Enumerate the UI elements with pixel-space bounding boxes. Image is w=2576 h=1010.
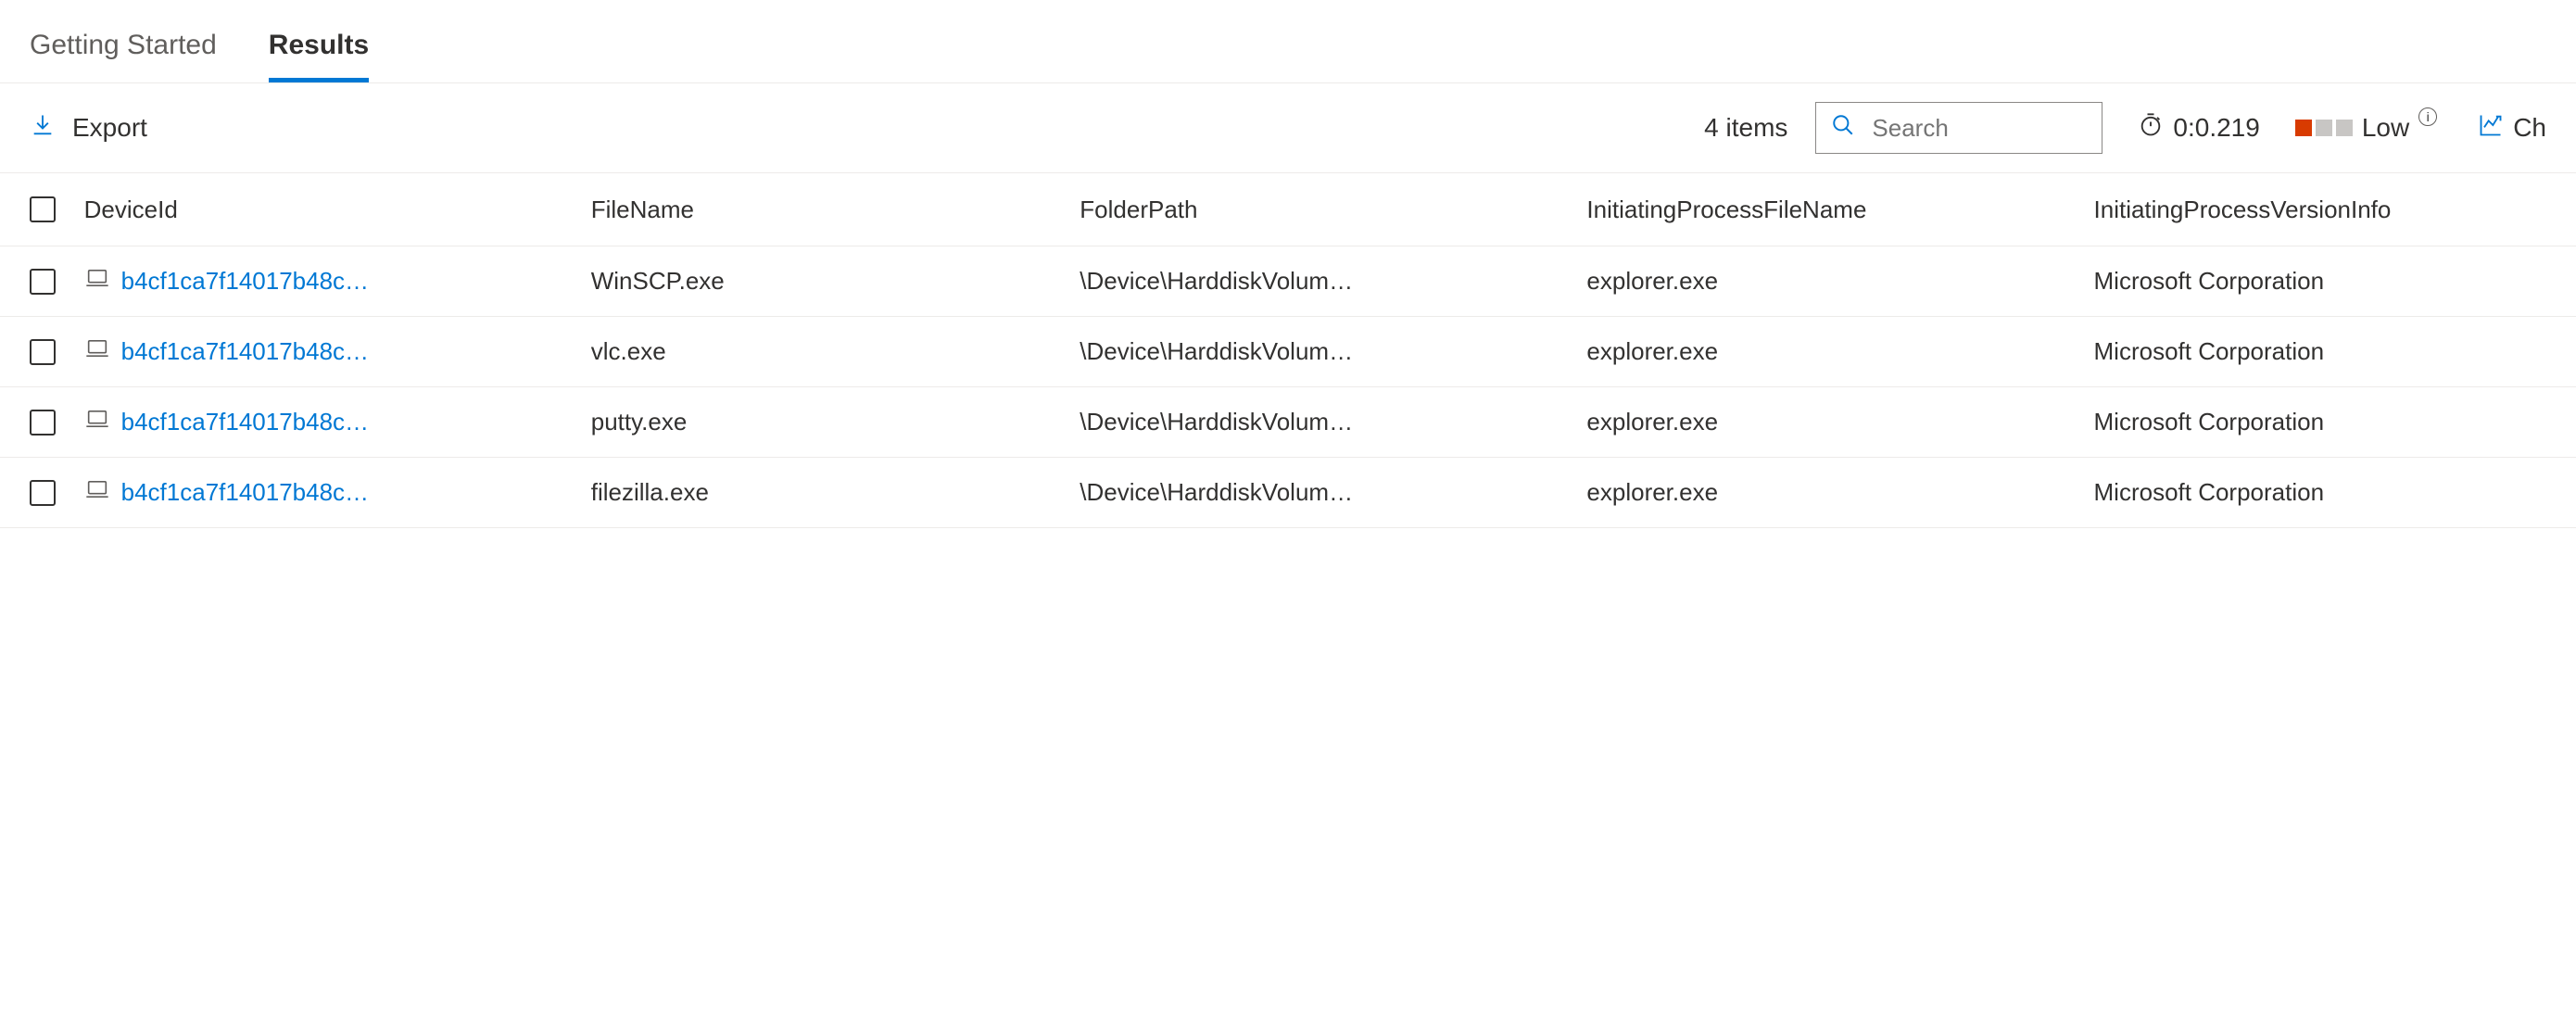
device-id-link[interactable]: b4cf1ca7f14017b48c…	[121, 408, 369, 436]
cell-filename: WinSCP.exe	[591, 267, 1080, 296]
table-row[interactable]: b4cf1ca7f14017b48c… filezilla.exe\Device\…	[0, 458, 2576, 528]
stopwatch-icon	[2138, 112, 2164, 145]
col-header-initver[interactable]: InitiatingProcessVersionInfo	[2094, 196, 2546, 224]
cell-initproc: explorer.exe	[1586, 408, 2093, 436]
device-icon	[84, 335, 110, 368]
query-time: 0:0.219	[2138, 112, 2259, 145]
device-icon	[84, 476, 110, 509]
row-checkbox[interactable]	[30, 269, 56, 295]
cell-initproc: explorer.exe	[1586, 267, 2093, 296]
cell-initproc: explorer.exe	[1586, 337, 2093, 366]
cell-initver: Microsoft Corporation	[2094, 408, 2546, 436]
query-time-value: 0:0.219	[2173, 113, 2259, 143]
toolbar: Export 4 items 0:0.219	[0, 82, 2576, 172]
cell-filename: putty.exe	[591, 408, 1080, 436]
cell-initver: Microsoft Corporation	[2094, 267, 2546, 296]
tab-getting-started[interactable]: Getting Started	[30, 22, 217, 82]
device-icon	[84, 406, 110, 438]
table-row[interactable]: b4cf1ca7f14017b48c… WinSCP.exe\Device\Har…	[0, 246, 2576, 317]
cell-folderpath: \Device\HarddiskVolum…	[1080, 478, 1586, 507]
cell-folderpath: \Device\HarddiskVolum…	[1080, 267, 1586, 296]
cell-initproc: explorer.exe	[1586, 478, 2093, 507]
cell-initver: Microsoft Corporation	[2094, 478, 2546, 507]
tab-results[interactable]: Results	[269, 22, 369, 82]
device-icon	[84, 265, 110, 297]
col-header-filename[interactable]: FileName	[591, 196, 1080, 224]
item-count: 4 items	[1704, 113, 1787, 143]
col-header-initproc[interactable]: InitiatingProcessFileName	[1586, 196, 2093, 224]
table-header: DeviceId FileName FolderPath InitiatingP…	[0, 172, 2576, 246]
device-id-link[interactable]: b4cf1ca7f14017b48c…	[121, 337, 369, 366]
usage-bars-icon	[2295, 120, 2353, 136]
device-id-link[interactable]: b4cf1ca7f14017b48c…	[121, 267, 369, 296]
cell-filename: filezilla.exe	[591, 478, 1080, 507]
results-table: DeviceId FileName FolderPath InitiatingP…	[0, 172, 2576, 528]
row-checkbox[interactable]	[30, 339, 56, 365]
select-all-checkbox[interactable]	[30, 196, 56, 222]
col-header-deviceid[interactable]: DeviceId	[84, 196, 591, 224]
chart-icon	[2478, 112, 2504, 145]
tabs-bar: Getting Started Results	[0, 0, 2576, 82]
cell-initver: Microsoft Corporation	[2094, 337, 2546, 366]
device-id-link[interactable]: b4cf1ca7f14017b48c…	[121, 478, 369, 507]
row-checkbox[interactable]	[30, 410, 56, 436]
row-checkbox[interactable]	[30, 480, 56, 506]
search-input[interactable]	[1870, 113, 2087, 144]
info-icon[interactable]: i	[2418, 107, 2437, 126]
table-row[interactable]: b4cf1ca7f14017b48c… putty.exe\Device\Hard…	[0, 387, 2576, 458]
table-row[interactable]: b4cf1ca7f14017b48c… vlc.exe\Device\Harddi…	[0, 317, 2576, 387]
resource-usage: Low i	[2295, 113, 2437, 143]
export-label: Export	[72, 113, 147, 143]
export-button[interactable]: Export	[30, 112, 147, 145]
cell-folderpath: \Device\HarddiskVolum…	[1080, 337, 1586, 366]
cell-filename: vlc.exe	[591, 337, 1080, 366]
cell-folderpath: \Device\HarddiskVolum…	[1080, 408, 1586, 436]
col-header-folderpath[interactable]: FolderPath	[1080, 196, 1586, 224]
usage-label: Low	[2362, 113, 2409, 143]
search-icon	[1831, 113, 1855, 144]
chart-button[interactable]: Ch	[2478, 112, 2546, 145]
download-icon	[30, 112, 56, 145]
chart-label: Ch	[2513, 113, 2546, 143]
search-box[interactable]	[1815, 102, 2102, 154]
